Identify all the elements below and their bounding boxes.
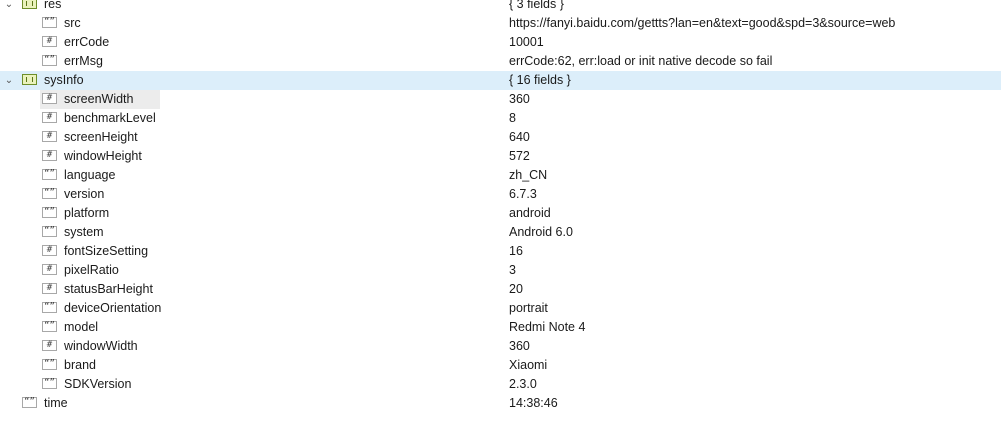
tree-row-model[interactable]: “” model Redmi Note 4 [0,318,1001,337]
number-icon: # [42,264,57,275]
object-icon [22,0,37,9]
key-cell [40,14,160,33]
tree-value: 14:38:46 [509,396,558,410]
string-icon: “” [42,188,57,199]
tree-key: pixelRatio [64,263,119,277]
number-icon: # [42,112,57,123]
tree-row-SDKVersion[interactable]: “” SDKVersion 2.3.0 [0,375,1001,394]
tree-row-language[interactable]: “” language zh_CN [0,166,1001,185]
number-icon: # [42,245,57,256]
tree-value: zh_CN [509,168,548,182]
tree-key: errMsg [64,54,103,68]
number-icon: # [42,283,57,294]
tree-key: language [64,168,116,182]
tree-value: 10001 [509,35,544,49]
json-tree-view: ⌄ res { 3 fields } “” src https://fanyi.baidu… [0,0,1001,425]
tree-row-time[interactable]: “” time 14:38:46 [0,394,1001,413]
number-icon: # [42,150,57,161]
number-icon: # [42,131,57,142]
string-icon: “” [42,378,57,389]
tree-value: 2.3.0 [509,377,537,391]
tree-key: deviceOrientation [64,301,162,315]
tree-key: system [64,225,104,239]
tree-value: android [509,206,551,220]
tree-row-windowHeight[interactable]: # windowHeight 572 [0,147,1001,166]
string-icon: “” [42,359,57,370]
tree-key: statusBarHeight [64,282,153,296]
string-icon: “” [42,55,57,66]
tree-value: Xiaomi [509,358,548,372]
tree-value: 572 [509,149,530,163]
tree-key: model [64,320,99,334]
number-icon: # [42,36,57,47]
tree-key: res [44,0,62,11]
tree-value: 360 [509,92,530,106]
tree-row-pixelRatio[interactable]: # pixelRatio 3 [0,261,1001,280]
string-icon: “” [22,397,37,408]
string-icon: “” [42,17,57,28]
tree-row-deviceOrientation[interactable]: “” deviceOrientation portrait [0,299,1001,318]
tree-key: platform [64,206,110,220]
tree-row-errMsg[interactable]: “” errMsg errCode:62, err:load or init nat… [0,52,1001,71]
string-icon: “” [42,226,57,237]
tree-value: portrait [509,301,548,315]
tree-row-windowWidth[interactable]: # windowWidth 360 [0,337,1001,356]
tree-value: 6.7.3 [509,187,537,201]
tree-row-screenHeight[interactable]: # screenHeight 640 [0,128,1001,147]
tree-value: 16 [509,244,523,258]
tree-key: errCode [64,35,110,49]
tree-row-sysInfo[interactable]: ⌄ sysInfo { 16 fields } [0,71,1001,90]
tree-value: Redmi Note 4 [509,320,586,334]
tree-value: 360 [509,339,530,353]
tree-key: screenHeight [64,130,138,144]
chevron-down-icon[interactable]: ⌄ [3,71,15,90]
string-icon: “” [42,302,57,313]
chevron-down-icon[interactable]: ⌄ [3,0,15,14]
tree-key: sysInfo [44,73,84,87]
tree-key: version [64,187,105,201]
tree-value: 8 [509,111,516,125]
tree-row-errCode[interactable]: # errCode 10001 [0,33,1001,52]
tree-value: 640 [509,130,530,144]
key-cell [40,318,160,337]
tree-value: https://fanyi.baidu.com/gettts?lan=en&te… [509,16,896,30]
tree-key: brand [64,358,96,372]
tree-value: { 16 fields } [509,73,571,87]
tree-key: benchmarkLevel [64,111,156,125]
tree-row-brand[interactable]: “” brand Xiaomi [0,356,1001,375]
tree-row-res[interactable]: ⌄ res { 3 fields } [0,0,1001,14]
tree-row-benchmarkLevel[interactable]: # benchmarkLevel 8 [0,109,1001,128]
tree-value: 3 [509,263,516,277]
tree-row-system[interactable]: “” system Android 6.0 [0,223,1001,242]
tree-key: SDKVersion [64,377,132,391]
tree-key: windowHeight [64,149,142,163]
string-icon: “” [42,207,57,218]
tree-key: screenWidth [64,92,134,106]
number-icon: # [42,340,57,351]
tree-row-fontSizeSetting[interactable]: # fontSizeSetting 16 [0,242,1001,261]
tree-row-version[interactable]: “” version 6.7.3 [0,185,1001,204]
tree-value: { 3 fields } [509,0,564,11]
tree-key: time [44,396,68,410]
tree-value: Android 6.0 [509,225,573,239]
string-icon: “” [42,321,57,332]
tree-row-src[interactable]: “” src https://fanyi.baidu.com/gettts?lan=… [0,14,1001,33]
tree-row-screenWidth[interactable]: # screenWidth 360 [0,90,1001,109]
key-cell [40,356,160,375]
tree-row-platform[interactable]: “” platform android [0,204,1001,223]
tree-row-statusBarHeight[interactable]: # statusBarHeight 20 [0,280,1001,299]
number-icon: # [42,93,57,104]
object-icon [22,74,37,85]
tree-value: 20 [509,282,523,296]
tree-value: errCode:62, err:load or init native deco… [509,54,773,68]
tree-key: windowWidth [64,339,138,353]
string-icon: “” [42,169,57,180]
tree-key: src [64,16,81,30]
tree-key: fontSizeSetting [64,244,149,258]
